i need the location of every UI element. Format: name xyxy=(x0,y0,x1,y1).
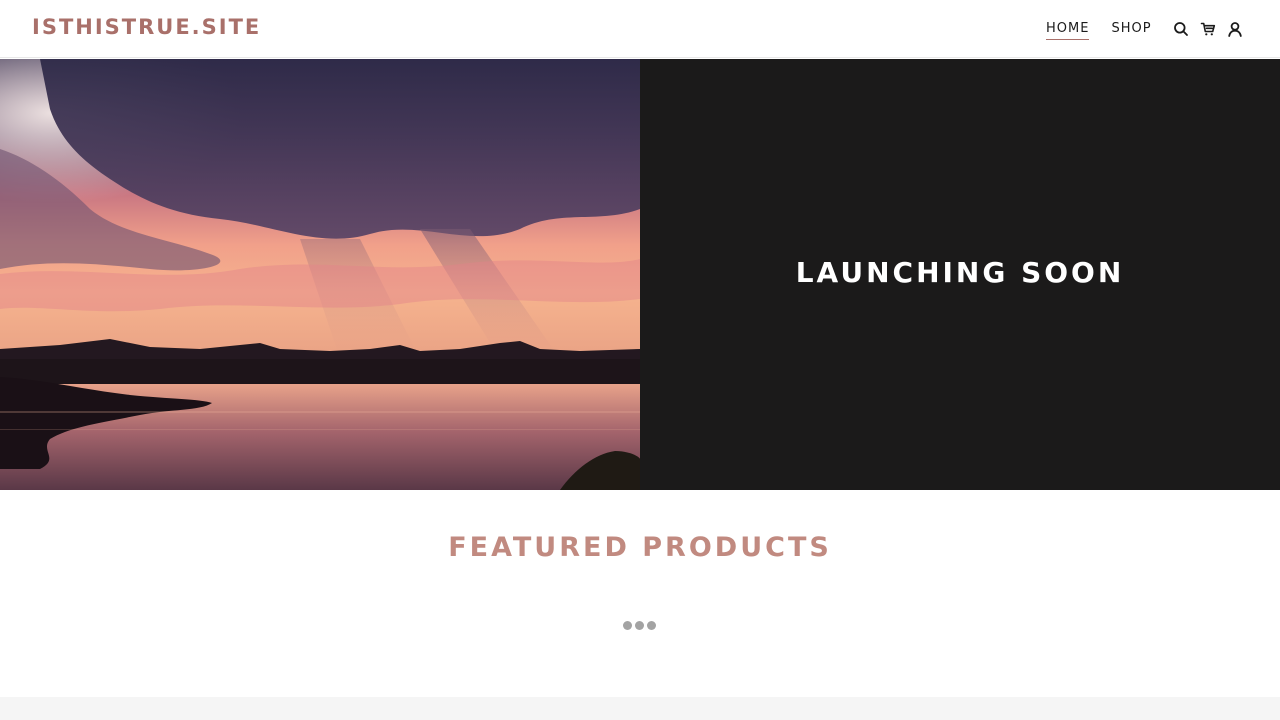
nav-home-link[interactable]: HOME xyxy=(1046,21,1090,40)
loading-dot xyxy=(647,621,656,630)
account-icon[interactable] xyxy=(1227,21,1243,37)
loading-dot xyxy=(635,621,644,630)
cart-icon[interactable] xyxy=(1200,21,1216,37)
hero-section: LAUNCHING SOON xyxy=(0,59,1280,490)
hero-sunset-image xyxy=(0,59,640,490)
featured-products-section: FEATURED PRODUCTS xyxy=(0,490,1280,697)
search-icon[interactable] xyxy=(1173,21,1189,37)
nav-shop-link[interactable]: SHOP xyxy=(1111,21,1151,40)
loading-dot xyxy=(623,621,632,630)
hero-title: LAUNCHING SOON xyxy=(795,256,1125,289)
hero-text-panel: LAUNCHING SOON xyxy=(640,59,1280,490)
featured-products-title: FEATURED PRODUCTS xyxy=(448,532,832,563)
loading-indicator xyxy=(623,621,659,630)
site-header: ISTHISTRUE.SITE HOME SHOP xyxy=(0,0,1280,58)
site-logo[interactable]: ISTHISTRUE.SITE xyxy=(32,15,261,39)
header-icons xyxy=(1173,21,1254,37)
footer-strip xyxy=(0,697,1280,720)
main-nav: HOME SHOP xyxy=(1046,21,1174,40)
